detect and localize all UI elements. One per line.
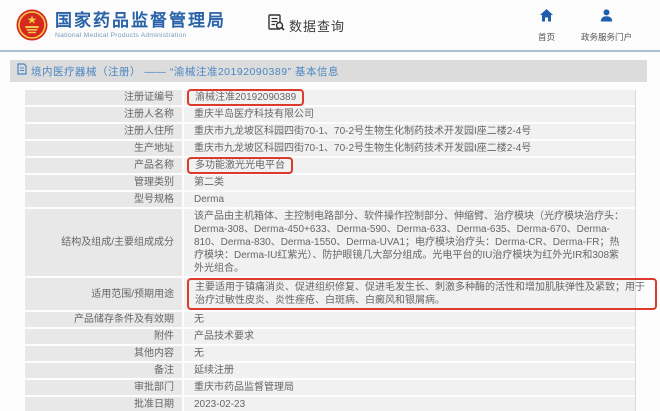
row-value: 该产品由主机箱体、主控制电路部分、软件操作控制部分、伸缩臂、治疗模块（光疗模块治… — [184, 209, 635, 276]
row-label: 产品储存条件及有效期 — [25, 312, 182, 327]
row-value: 无 — [184, 312, 635, 327]
table-row: 注册人名称 重庆半岛医疗科技有限公司 — [25, 107, 635, 122]
site-header: 国家药品监督管理局 National Medical Products Admi… — [0, 0, 660, 52]
row-label: 备注 — [25, 363, 182, 378]
nav-data-query[interactable]: 数据查询 — [268, 14, 345, 36]
row-value: 重庆市九龙坡区科园四街70-1、70-2号生物生化制药技术开发园I座二楼2-4号 — [184, 124, 635, 139]
row-value: 主要适用于镇痛消炎、促进组织修复、促进毛发生长、刺激多种酶的活性和增加肌肤弹性及… — [184, 278, 657, 310]
row-value: 多功能激光光电平台 — [184, 157, 635, 174]
row-label: 注册人住所 — [25, 124, 182, 139]
row-label: 批准日期 — [25, 397, 182, 411]
org-name-cn: 国家药品监督管理局 — [55, 11, 226, 30]
row-label: 审批部门 — [25, 380, 182, 395]
nav-home[interactable]: 首页 — [538, 8, 555, 43]
row-label: 适用范围/预期用途 — [25, 278, 182, 310]
row-value: 重庆市九龙坡区科园四街70-1、70-2号生物生化制药技术开发园I座二楼2-4号 — [184, 141, 635, 156]
table-row: 结构及组成/主要组成成分 该产品由主机箱体、主控制电路部分、软件操作控制部分、伸… — [25, 209, 635, 276]
row-value: 2023-02-23 — [184, 397, 635, 411]
nav-gov-portal-label: 政务服务门户 — [580, 31, 632, 42]
header-nav: 首页 政务服务门户 — [538, 8, 632, 43]
table-row: 注册证编号 渝械注准20192090389 — [25, 89, 635, 106]
user-icon — [599, 8, 614, 28]
home-icon — [539, 8, 554, 28]
table-row: 产品名称 多功能激光光电平台 — [25, 157, 635, 174]
table-row: 注册人住所 重庆市九龙坡区科园四街70-1、70-2号生物生化制药技术开发园I座… — [25, 124, 635, 139]
row-value: 重庆市药品监督管理局 — [184, 380, 635, 395]
nav-gov-portal[interactable]: 政务服务门户 — [581, 8, 632, 43]
table-row: 生产地址 重庆市九龙坡区科园四街70-1、70-2号生物生化制药技术开发园I座二… — [25, 141, 635, 156]
national-emblem-icon — [16, 9, 48, 41]
page-title: 境内医疗器械（注册） —— “渝械注准20192090389” 基本信息 — [31, 65, 339, 78]
row-label: 管理类别 — [25, 175, 182, 190]
org-names: 国家药品监督管理局 National Medical Products Admi… — [55, 11, 226, 39]
row-value: 重庆半岛医疗科技有限公司 — [184, 107, 635, 122]
row-label: 型号规格 — [25, 192, 182, 207]
row-label: 生产地址 — [25, 141, 182, 156]
table-row: 备注 延续注册 — [25, 363, 635, 378]
org-name-en: National Medical Products Administration — [55, 32, 187, 39]
row-label: 附件 — [25, 329, 182, 344]
document-icon — [17, 62, 31, 80]
row-label: 注册证编号 — [25, 90, 182, 105]
table-row: 附件 产品技术要求 — [25, 329, 635, 344]
info-table: 注册证编号 渝械注准20192090389 注册人名称 重庆半岛医疗科技有限公司… — [25, 89, 657, 411]
data-query-icon — [268, 14, 289, 36]
row-label: 产品名称 — [25, 158, 182, 173]
nav-home-label: 首页 — [537, 31, 555, 42]
row-label: 注册人名称 — [25, 107, 182, 122]
table-row: 型号规格 Derma — [25, 192, 635, 207]
row-value: 渝械注准20192090389 — [184, 89, 635, 106]
data-query-label: 数据查询 — [289, 18, 346, 34]
page: 国家药品监督管理局 National Medical Products Admi… — [0, 0, 660, 411]
row-value: 延续注册 — [184, 363, 635, 378]
row-value: 第二类 — [184, 175, 635, 190]
row-label: 结构及组成/主要组成成分 — [25, 209, 182, 276]
row-label: 其他内容 — [25, 346, 182, 361]
breadcrumb-title-bar: 境内医疗器械（注册） —— “渝械注准20192090389” 基本信息 — [10, 60, 647, 82]
table-row: 其他内容 无 — [25, 346, 635, 361]
table-row: 管理类别 第二类 — [25, 175, 635, 190]
table-row: 产品储存条件及有效期 无 — [25, 312, 635, 327]
table-row: 适用范围/预期用途 主要适用于镇痛消炎、促进组织修复、促进毛发生长、刺激多种酶的… — [25, 278, 657, 310]
agency-logo[interactable]: 国家药品监督管理局 National Medical Products Admi… — [16, 9, 226, 41]
row-value: Derma — [184, 192, 635, 207]
table-row: 批准日期 2023-02-23 — [25, 397, 635, 411]
row-value: 无 — [184, 346, 635, 361]
table-row: 审批部门 重庆市药品监督管理局 — [25, 380, 635, 395]
row-value: 产品技术要求 — [184, 329, 635, 344]
